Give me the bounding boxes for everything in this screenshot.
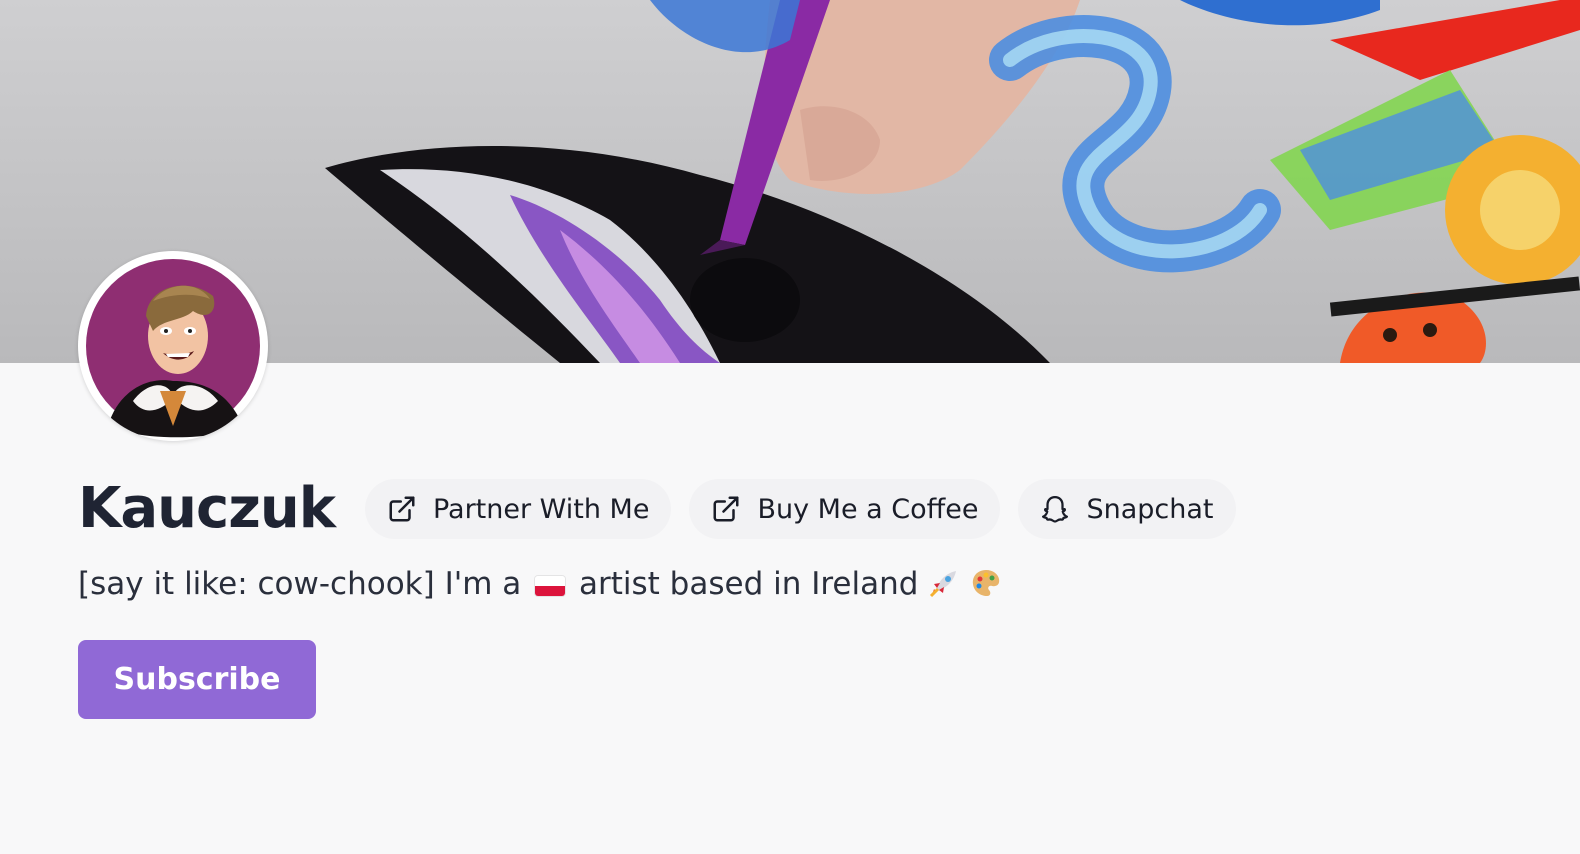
snapchat-ghost-icon [1040,494,1070,524]
profile-header-row: Kauczuk Partner With Me Buy Me a Coffee [78,474,1254,544]
link-label: Snapchat [1086,493,1214,525]
link-partner-with-me[interactable]: Partner With Me [364,479,672,539]
poland-flag-icon [535,576,566,596]
bio-text-suffix: artist based in Ireland [579,566,919,602]
link-buy-me-a-coffee[interactable]: Buy Me a Coffee [689,479,1001,539]
link-label: Buy Me a Coffee [757,493,979,525]
external-link-icon [711,494,741,524]
rocket-icon [928,567,960,599]
subscribe-button[interactable]: Subscribe [78,640,316,719]
external-link-icon [387,494,417,524]
link-snapchat[interactable]: Snapchat [1018,479,1236,539]
link-label: Partner With Me [432,493,650,525]
palette-icon [970,567,1002,599]
profile-avatar [78,251,268,441]
profile-name: Kauczuk [78,476,336,541]
bio-text-prefix: [say it like: cow-chook] I'm a [78,566,522,602]
profile-bio: [say it like: cow-chook] I'm a artist ba… [78,562,1002,606]
